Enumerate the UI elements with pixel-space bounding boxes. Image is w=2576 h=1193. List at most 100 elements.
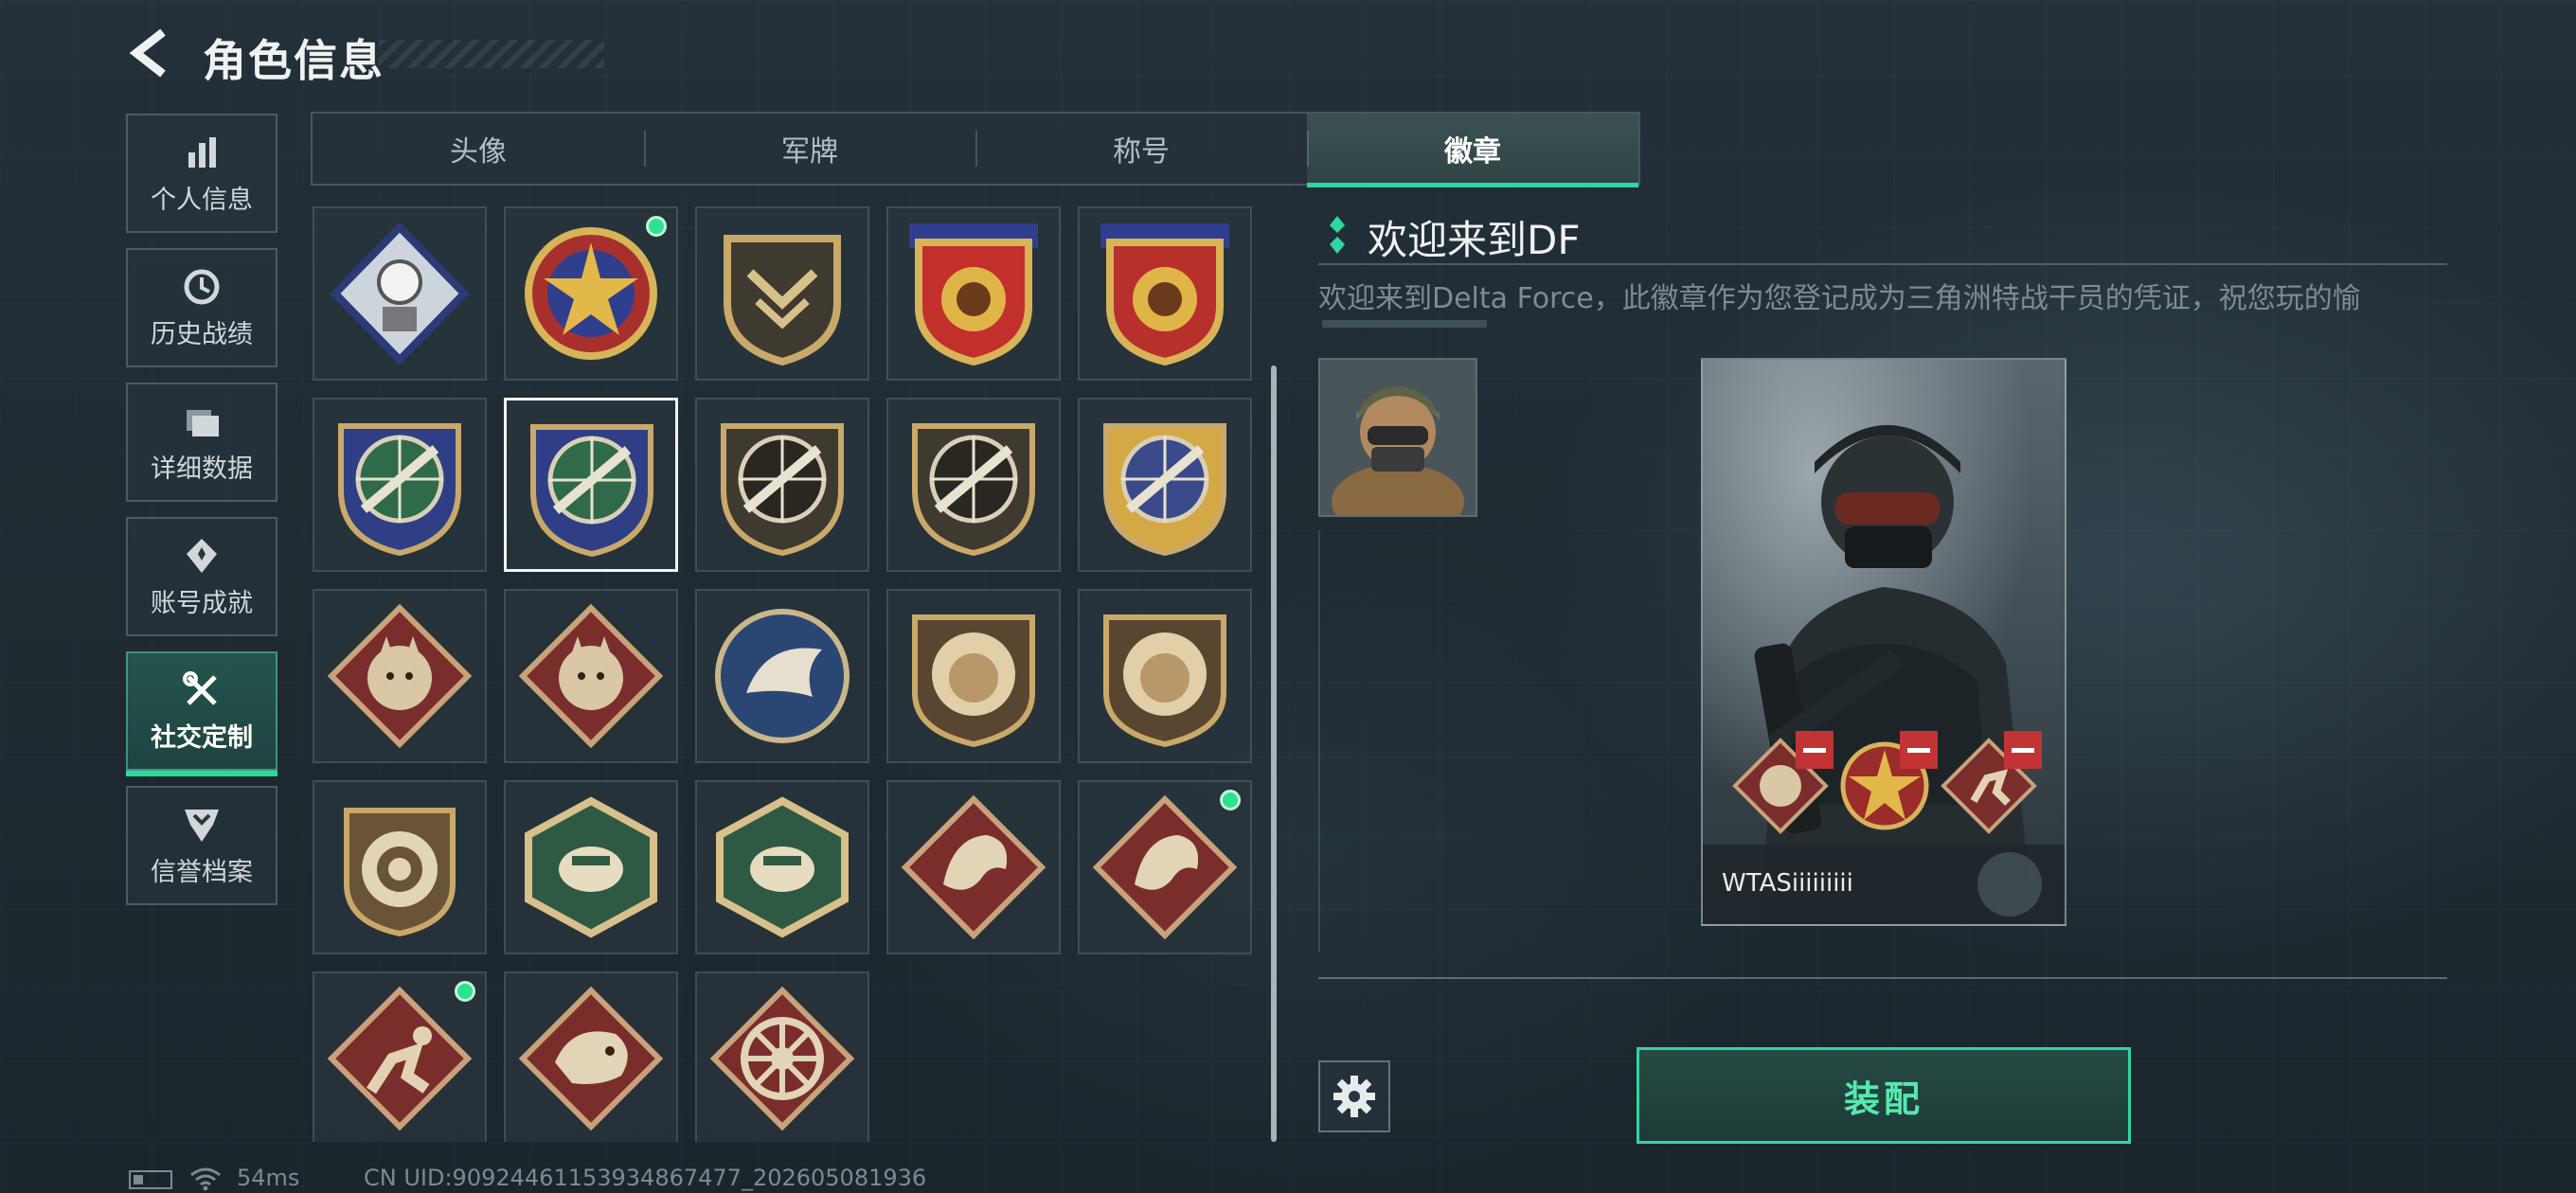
title-decoration [379, 40, 604, 68]
new-indicator-dot [646, 216, 667, 237]
dragon-diamond-badge-icon [901, 794, 1046, 940]
wolf-diamond-red-badge-icon [518, 603, 664, 749]
tab-title[interactable]: 称号 [975, 114, 1307, 184]
badge-cell[interactable] [313, 206, 487, 381]
badge-cell[interactable] [1078, 589, 1252, 763]
title-marker-icon [1330, 216, 1345, 254]
badge-cell[interactable] [1078, 780, 1252, 954]
badge-cell[interactable] [886, 589, 1061, 763]
character-card: WTASiiiiiiiii [1701, 358, 2066, 926]
sidebar-item-social-custom[interactable]: 社交定制 [126, 651, 277, 776]
remove-badge-button[interactable] [2004, 731, 2042, 769]
card-decoration [1977, 852, 2042, 917]
tools-icon [183, 670, 217, 705]
badge-cell[interactable] [504, 206, 678, 381]
equipped-slot-2[interactable] [1835, 731, 1938, 835]
dragon-diamond-dark-badge-icon [1092, 794, 1238, 940]
settings-button[interactable] [1318, 1060, 1390, 1132]
tab-badge[interactable]: 徽章 [1307, 114, 1638, 187]
gear-icon [1333, 1076, 1375, 1117]
wolf-diamond-badge-icon [327, 603, 473, 749]
star-compass-badge-icon [525, 227, 657, 360]
remove-badge-button[interactable] [1900, 731, 1938, 769]
equip-button-label: 装配 [1843, 1077, 1923, 1120]
rose-diamond-badge-icon [330, 222, 470, 365]
bar-chart-icon [188, 136, 216, 168]
tab-avatar[interactable]: 头像 [313, 114, 644, 184]
badge-description: 欢迎来到Delta Force，此徽章作为您登记成为三角洲特战干员的凭证，祝您玩… [1318, 282, 2361, 314]
equipped-slot-1[interactable] [1731, 731, 1834, 835]
badge-grid [313, 206, 1260, 1142]
rifle-target-shield-selected-icon [530, 424, 653, 558]
card-name-bar: WTASiiiiiiiii [1703, 845, 2065, 924]
badge-cell[interactable] [695, 780, 869, 954]
medal-icon [187, 538, 217, 573]
sidebar-item-label: 个人信息 [151, 185, 253, 215]
divider [1318, 977, 2447, 979]
sidebar-item-history[interactable]: 历史战绩 [126, 248, 277, 367]
sidebar-item-reputation[interactable]: 信誉档案 [126, 786, 277, 905]
badge-cell[interactable] [1078, 206, 1252, 381]
operator-illustration-icon [1703, 360, 2065, 924]
badge-cell[interactable] [313, 398, 487, 572]
new-indicator-dot [455, 981, 475, 1002]
runner-diamond-badge-icon [327, 986, 473, 1131]
red-crest-badge-icon [1100, 223, 1229, 366]
lion-shield-badge-icon [912, 614, 1035, 748]
wifi-icon [190, 1167, 221, 1191]
player-name: WTASiiiiiiiii [1722, 869, 1853, 898]
sidebar-item-label: 详细数据 [151, 454, 253, 484]
badge-cell[interactable] [695, 398, 869, 572]
chevron-shield-badge-icon [724, 235, 841, 366]
badge-cell[interactable] [695, 206, 869, 381]
back-button[interactable] [123, 25, 180, 81]
remove-badge-button[interactable] [1796, 731, 1834, 769]
back-arrow-icon [129, 28, 166, 78]
badge-cell[interactable] [313, 971, 487, 1142]
badge-cell[interactable] [504, 780, 678, 954]
badge-title: 欢迎来到DF [1368, 217, 1581, 263]
avatar [1318, 358, 1477, 517]
badge-cell[interactable] [1078, 398, 1252, 572]
badge-cell[interactable] [504, 589, 678, 763]
tab-dog-tag[interactable]: 军牌 [644, 114, 975, 184]
target-shield-badge-icon [344, 808, 456, 937]
badge-cell[interactable] [504, 971, 678, 1142]
badge-cell[interactable] [886, 780, 1061, 954]
gold-rifle-crest-icon [1103, 423, 1226, 557]
sidebar-item-label: 社交定制 [151, 722, 253, 753]
wasp-hex-badge-icon [525, 796, 657, 938]
ping-readout: 54ms [237, 1165, 300, 1191]
lion-shield-dark-badge-icon [1103, 614, 1226, 748]
badge-cell[interactable] [313, 589, 487, 763]
gold-star-crest-badge-icon [909, 223, 1038, 366]
grid-scrollbar[interactable] [1271, 365, 1277, 1142]
history-clock-icon [184, 269, 220, 304]
badge-cell[interactable] [504, 398, 678, 572]
badge-cell[interactable] [695, 589, 869, 763]
sidebar-item-personal-info[interactable]: 个人信息 [126, 114, 277, 233]
sidebar-item-label: 信誉档案 [151, 857, 253, 887]
page-title: 角色信息 [203, 35, 385, 86]
badge-cell[interactable] [695, 971, 869, 1142]
reputation-icon [185, 809, 219, 842]
new-indicator-dot [1220, 790, 1241, 810]
sidebar-item-label: 历史战绩 [151, 319, 253, 349]
rifle-emblem-dark-icon [912, 423, 1035, 557]
badge-cell[interactable] [886, 398, 1061, 572]
uid-readout: CN UID:9092446115393486747​7_20260508193… [364, 1165, 927, 1191]
badge-cell[interactable] [313, 780, 487, 954]
equipped-slot-3[interactable] [1940, 731, 2042, 835]
equip-button[interactable]: 装配 [1637, 1047, 2131, 1144]
category-tabs: 头像 军牌 称号 徽章 [311, 112, 1640, 187]
frame-line [1318, 530, 1320, 953]
battery-icon [129, 1170, 172, 1189]
wheel-diamond-badge-icon [709, 986, 855, 1131]
sidebar-item-achievements[interactable]: 账号成就 [126, 517, 277, 636]
sidebar-item-label: 账号成就 [151, 588, 253, 618]
soldier-portrait-icon [1320, 360, 1476, 515]
divider [1318, 263, 2447, 265]
sidebar-item-detailed-data[interactable]: 详细数据 [126, 383, 277, 502]
badge-cell[interactable] [886, 206, 1061, 381]
snake-diamond-badge-icon [518, 986, 664, 1131]
